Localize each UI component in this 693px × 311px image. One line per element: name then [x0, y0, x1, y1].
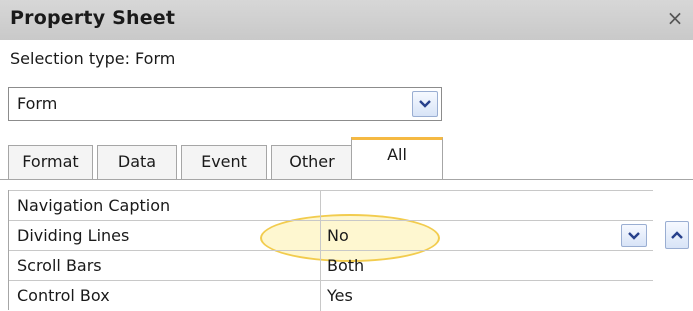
column-divider — [320, 221, 321, 251]
chevron-down-icon — [628, 231, 640, 240]
scroll-up-button[interactable] — [665, 221, 689, 249]
property-value[interactable]: Both — [327, 256, 364, 275]
property-name: Control Box — [17, 286, 110, 305]
tab-event[interactable]: Event — [181, 145, 267, 179]
object-selector-value: Form — [17, 94, 58, 113]
property-name: Dividing Lines — [17, 226, 130, 245]
title-bar: Property Sheet × — [0, 0, 693, 40]
property-row-scroll-bars[interactable]: Scroll Bars Both — [9, 250, 653, 281]
property-name: Scroll Bars — [17, 256, 102, 275]
property-value[interactable]: No — [327, 226, 349, 245]
tab-strip: Format Data Event Other All — [0, 135, 693, 180]
property-row-control-box[interactable]: Control Box Yes — [9, 280, 653, 311]
selection-type-label: Selection type: Form — [10, 49, 176, 68]
property-grid: Navigation Caption Dividing Lines No Scr… — [8, 190, 653, 311]
property-sheet-pane: Property Sheet × Selection type: Form Fo… — [0, 0, 693, 311]
property-row-navigation-caption[interactable]: Navigation Caption — [9, 190, 653, 221]
column-divider — [320, 281, 321, 311]
close-button[interactable]: × — [663, 6, 687, 30]
tab-all[interactable]: All — [351, 137, 443, 180]
tab-format[interactable]: Format — [8, 145, 93, 179]
column-divider — [320, 251, 321, 281]
property-dropdown-button[interactable] — [621, 224, 647, 247]
chevron-down-icon — [419, 100, 431, 108]
object-selector-combo[interactable]: Form — [8, 87, 442, 121]
property-value[interactable]: Yes — [327, 286, 353, 305]
chevron-up-icon — [671, 231, 683, 239]
tab-other[interactable]: Other — [271, 145, 353, 179]
pane-title: Property Sheet — [10, 7, 176, 29]
object-selector-dropdown-button[interactable] — [412, 91, 438, 117]
property-name: Navigation Caption — [17, 196, 171, 215]
property-row-dividing-lines[interactable]: Dividing Lines No — [9, 220, 653, 251]
tab-divider — [0, 179, 693, 180]
column-divider — [320, 191, 321, 221]
tab-data[interactable]: Data — [97, 145, 177, 179]
